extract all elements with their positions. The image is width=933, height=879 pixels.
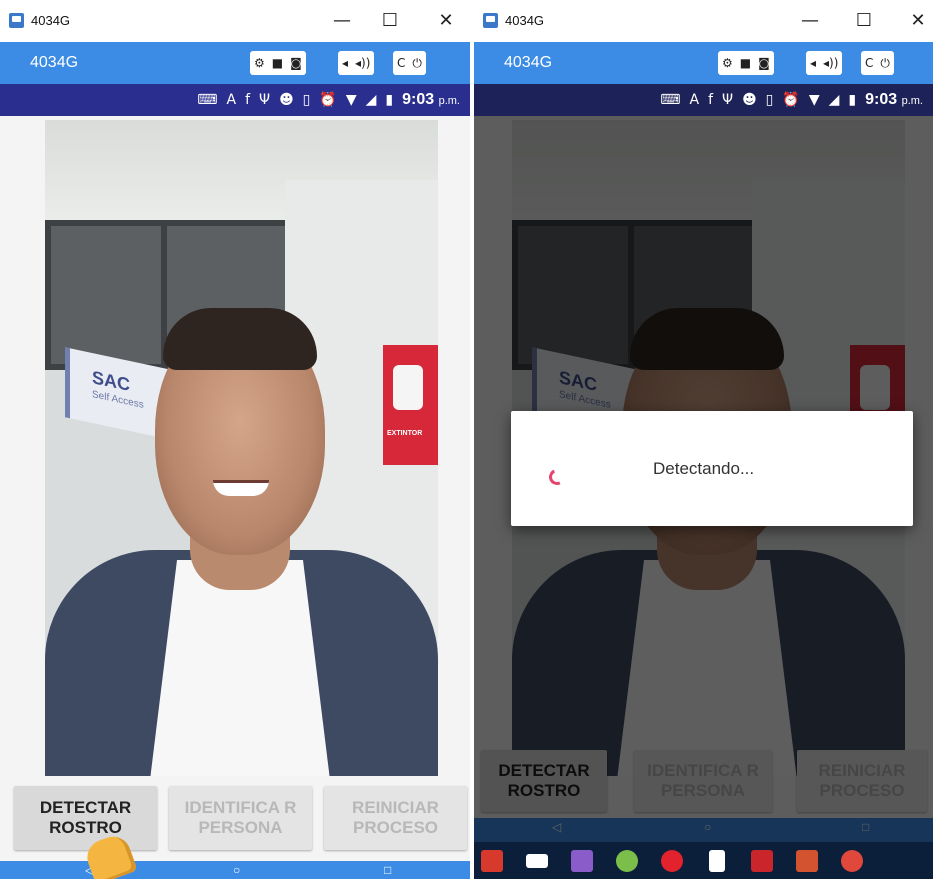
facebook-icon: f	[245, 92, 251, 108]
emulator-tools-group-1: ⚙ ■ ◙	[250, 51, 306, 75]
window-title-bar: 4034G — ☐ ✕	[0, 0, 470, 42]
action-buttons: DETECTAR ROSTRO IDENTIFICA R PERSONA REI…	[0, 782, 470, 854]
wifi-icon: ▼	[808, 92, 820, 108]
recent-apps-icon[interactable]: □	[384, 863, 391, 877]
emulator-toolbar: 4034G ⚙ ■ ◙ ◂ ◂)) C ⏻	[474, 42, 933, 84]
rotate-icon[interactable]: C	[865, 51, 873, 75]
status-clock: 9:03 p.m.	[402, 91, 460, 108]
android-status-bar: ⌨ A f Ψ ☻ ▯ ⏰ ▼ ◢ ▮ 9:03 p.m.	[474, 84, 933, 116]
alarm-icon: ⏰	[319, 92, 337, 108]
windows-taskbar	[474, 842, 933, 879]
emulator-tools-group-1: ⚙ ■ ◙	[718, 51, 774, 75]
detect-face-button[interactable]: DETECTAR ROSTRO	[14, 786, 157, 850]
progress-message: Detectando...	[653, 459, 755, 478]
battery-icon: ▮	[848, 92, 857, 108]
maximize-button[interactable]: ☐	[844, 8, 884, 34]
usb-icon: Ψ	[259, 92, 271, 108]
signal-icon: ◢	[828, 92, 840, 108]
window-title: 4034G	[505, 13, 545, 28]
settings-icon[interactable]: ⚙	[254, 51, 265, 75]
acrobat-icon[interactable]	[744, 847, 779, 875]
volume-down-icon[interactable]: ◂	[810, 51, 816, 75]
android-status-bar: ⌨ A f Ψ ☻ ▯ ⏰ ▼ ◢ ▮ 9:03 p.m.	[0, 84, 470, 116]
emulator-window-right: 4034G — ☐ ✕ 4034G ⚙ ■ ◙ ◂ ◂)) C ⏻ ⌨ A f …	[474, 0, 933, 879]
rotate-icon[interactable]: C	[397, 51, 405, 75]
power-icon[interactable]: ⏻	[412, 51, 422, 75]
vibrate-icon: ▯	[302, 92, 311, 108]
power-icon[interactable]: ⏻	[880, 51, 890, 75]
battery-icon: ▮	[385, 92, 394, 108]
device-name: 4034G	[504, 54, 553, 71]
home-icon[interactable]: ○	[233, 863, 240, 877]
volume-up-icon[interactable]: ◂))	[823, 51, 838, 75]
visual-studio-icon[interactable]	[564, 847, 599, 875]
keyboard-icon: ⌨	[197, 92, 218, 108]
volume-down-icon[interactable]: ◂	[342, 51, 348, 75]
app-icon	[9, 13, 24, 28]
camera-icon[interactable]: ◙	[290, 51, 302, 75]
vibrate-icon: ▯	[765, 92, 774, 108]
android-icon: ☻	[742, 92, 757, 108]
video-icon[interactable]: ■	[272, 51, 283, 75]
app-icon	[483, 13, 498, 28]
extintor-sign: EXTINTOR	[387, 430, 423, 437]
close-button[interactable]: ✕	[426, 8, 466, 34]
emulator-tools-group-3: C ⏻	[861, 51, 894, 75]
identify-person-button[interactable]: IDENTIFICA R PERSONA	[169, 786, 312, 850]
signal-icon: ◢	[365, 92, 377, 108]
chrome-icon[interactable]	[834, 847, 869, 875]
camera-photo: SAC Self Access EXTINTOR	[45, 120, 438, 776]
video-icon[interactable]: ■	[740, 51, 751, 75]
emulator-toolbar: 4034G ⚙ ■ ◙ ◂ ◂)) C ⏻	[0, 42, 470, 84]
minimize-button[interactable]: —	[322, 8, 362, 34]
android-nav-bar: ◁ ○ □	[0, 861, 470, 879]
window-title: 4034G	[31, 13, 71, 28]
app-notification-icon: A	[226, 92, 237, 108]
status-clock: 9:03 p.m.	[865, 91, 923, 108]
file-icon[interactable]	[699, 847, 734, 875]
mail-icon[interactable]	[519, 847, 554, 875]
settings-icon[interactable]: ⚙	[722, 51, 733, 75]
emulator-window-left: 4034G — ☐ ✕ 4034G ⚙ ■ ◙ ◂ ◂)) C ⏻ ⌨ A f …	[0, 0, 470, 879]
android-studio-icon[interactable]	[609, 847, 644, 875]
app-notification-icon: A	[689, 92, 700, 108]
reset-process-button[interactable]: REINICIAR PROCESO	[324, 786, 467, 850]
close-button[interactable]: ✕	[898, 8, 933, 34]
progress-dialog: Detectando...	[511, 411, 913, 526]
volume-up-icon[interactable]: ◂))	[355, 51, 370, 75]
facebook-icon: f	[708, 92, 714, 108]
app-screen: SAC Self Access EXTINTOR DETECTAR ROSTRO …	[0, 116, 470, 879]
emulator-tools-group-2: ◂ ◂))	[338, 51, 375, 75]
camera-icon[interactable]: ◙	[758, 51, 770, 75]
usb-icon: Ψ	[722, 92, 734, 108]
android-icon: ☻	[279, 92, 294, 108]
loading-spinner-icon	[546, 466, 568, 488]
emulator-tools-group-2: ◂ ◂))	[806, 51, 843, 75]
window-title-bar: 4034G — ☐ ✕	[474, 0, 933, 42]
device-name: 4034G	[30, 54, 79, 71]
powerpoint-icon[interactable]	[789, 847, 824, 875]
alarm-icon: ⏰	[782, 92, 800, 108]
wps-icon[interactable]	[474, 847, 509, 875]
minimize-button[interactable]: —	[790, 8, 830, 34]
app-screen: SACSelf Access DETECTAR ROSTRO IDENTIFIC…	[474, 116, 933, 879]
maximize-button[interactable]: ☐	[370, 8, 410, 34]
emulator-tools-group-3: C ⏻	[393, 51, 426, 75]
opera-icon[interactable]	[654, 847, 689, 875]
wifi-icon: ▼	[345, 92, 357, 108]
keyboard-icon: ⌨	[660, 92, 681, 108]
